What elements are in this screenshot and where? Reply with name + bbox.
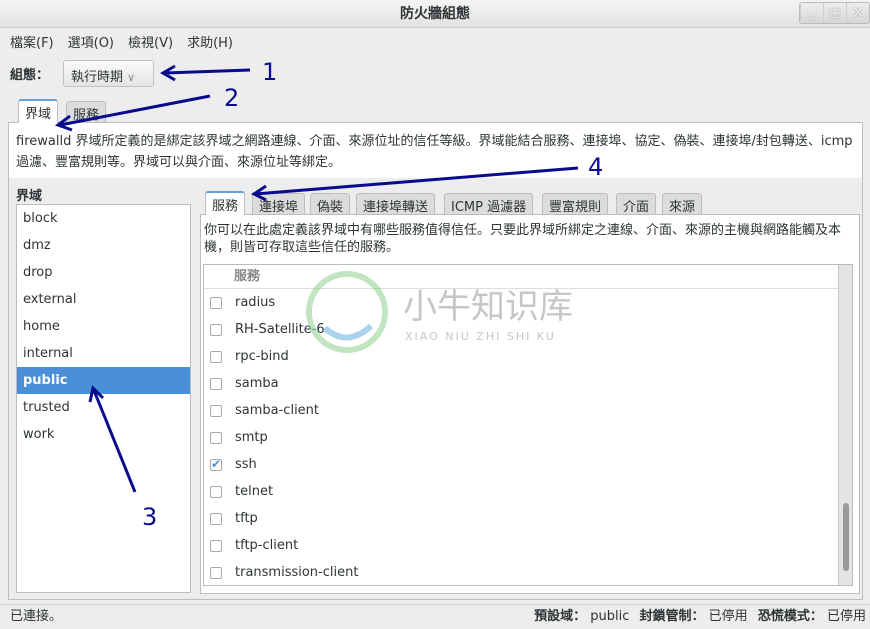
service-checkbox[interactable] — [210, 566, 222, 579]
scrollbar[interactable] — [838, 265, 852, 585]
tab-zones[interactable]: 界域 — [18, 99, 59, 123]
connection-status: 已連接。 — [10, 609, 63, 624]
table-row[interactable]: RH-Satellite-6 — [204, 316, 852, 343]
service-name: rpc-bind — [235, 349, 289, 364]
maximize-button[interactable]: □ — [823, 3, 846, 23]
close-button[interactable]: X — [846, 3, 869, 23]
chevron-down-icon: ∨ — [127, 71, 136, 84]
tab-label: 服務 — [212, 199, 239, 214]
service-checkbox[interactable] — [210, 451, 222, 478]
table-row[interactable]: ssh — [204, 451, 852, 478]
config-value: 執行時期 — [71, 70, 124, 85]
table-row[interactable]: transmission-client — [204, 559, 852, 585]
lockdown-value: 已停用 — [708, 609, 748, 624]
service-name: samba — [235, 376, 279, 391]
service-name: tftp-client — [235, 538, 299, 553]
title-bar: 防火牆組態 — [0, 0, 870, 28]
inner-tab-3[interactable]: 連接埠轉送 — [356, 193, 436, 215]
table-row[interactable]: samba-client — [204, 397, 852, 424]
service-name: transmission-client — [235, 565, 359, 580]
menu-bar: 檔案(F) 選項(O) 檢視(V) 求助(H) — [10, 32, 233, 51]
zone-item-work[interactable]: work — [17, 421, 190, 448]
menu-file[interactable]: 檔案(F) — [10, 32, 54, 51]
inner-tab-6[interactable]: 介面 — [616, 193, 657, 215]
service-checkbox[interactable] — [210, 404, 222, 417]
zone-item-block[interactable]: block — [17, 205, 190, 232]
table-row[interactable]: tftp — [204, 505, 852, 532]
menu-view[interactable]: 檢視(V) — [128, 32, 173, 51]
zone-item-home[interactable]: home — [17, 313, 190, 340]
service-checkbox[interactable] — [210, 512, 222, 525]
service-name: RH-Satellite-6 — [235, 322, 325, 337]
table-row[interactable]: smtp — [204, 424, 852, 451]
service-name: samba-client — [235, 403, 320, 418]
default-zone-value: public — [590, 609, 630, 624]
panic-label: 恐慌模式： — [757, 609, 823, 624]
zone-item-drop[interactable]: drop — [17, 259, 190, 286]
inner-tab-services[interactable]: 服務 — [205, 191, 246, 215]
default-zone-label: 預設域： — [534, 609, 587, 624]
table-row[interactable]: rpc-bind — [204, 343, 852, 370]
menu-options[interactable]: 選項(O) — [68, 32, 114, 51]
service-name: radius — [235, 295, 276, 310]
zone-item-external[interactable]: external — [17, 286, 190, 313]
annotation-number: 1 — [262, 58, 277, 86]
inner-tab-7[interactable]: 來源 — [662, 193, 703, 215]
inner-tab-2[interactable]: 偽裝 — [310, 193, 351, 215]
service-name: telnet — [235, 484, 274, 499]
service-checkbox[interactable] — [210, 296, 222, 309]
annotation-number: 2 — [224, 84, 239, 112]
zone-item-dmz[interactable]: dmz — [17, 232, 190, 259]
zones-description: firewalld 界域所定義的是綁定該界域之網路連線、介面、來源位址的信任等級… — [16, 131, 856, 173]
menu-help[interactable]: 求助(H) — [187, 32, 233, 51]
service-checkbox[interactable] — [210, 431, 222, 444]
lockdown-label: 封鎖管制： — [639, 609, 705, 624]
inner-tab-5[interactable]: 豐富規則 — [542, 193, 609, 215]
zone-item-internal[interactable]: internal — [17, 340, 190, 367]
zone-item-trusted[interactable]: trusted — [17, 394, 190, 421]
tab-services[interactable]: 服務 — [66, 101, 107, 123]
annotation-arrow-1 — [160, 64, 251, 82]
config-select[interactable]: 執行時期 ∨ — [63, 60, 154, 87]
status-bar: 已連接。 預設域： public 封鎖管制： 已停用 恐慌模式： 已停用 — [0, 604, 870, 628]
tab-label: 服務 — [73, 108, 100, 123]
service-name: ssh — [235, 457, 257, 472]
service-name: smtp — [235, 430, 268, 445]
zones-title: 界域 — [16, 189, 43, 204]
service-checkbox[interactable] — [210, 377, 222, 390]
tab-label: 界域 — [25, 107, 52, 122]
service-checkbox[interactable] — [210, 323, 222, 336]
minimize-button[interactable]: _ — [800, 3, 823, 23]
config-label: 組態： — [10, 68, 50, 83]
service-name: tftp — [235, 511, 258, 526]
status-right: 預設域： public 封鎖管制： 已停用 恐慌模式： 已停用 — [528, 605, 866, 629]
service-checkbox[interactable] — [210, 350, 222, 363]
scrollbar-thumb[interactable] — [843, 503, 849, 571]
window-controls: _ □ X — [799, 2, 870, 24]
zone-list: block dmz drop external home internal public tr… — [16, 204, 191, 593]
table-row[interactable]: tftp-client — [204, 532, 852, 559]
inner-tab-4[interactable]: ICMP 過濾器 — [444, 193, 534, 215]
service-checkbox[interactable] — [210, 539, 222, 552]
services-table: 服務 radius RH-Satellite-6 rpc-bind samba samb… — [203, 264, 853, 586]
column-header-service[interactable]: 服務 — [204, 265, 838, 289]
services-description: 你可以在此處定義該界域中有哪些服務值得信任。只要此界域所綁定之連線、介面、來源的… — [204, 223, 842, 255]
table-row[interactable]: radius — [204, 289, 852, 316]
zone-item-public[interactable]: public — [17, 367, 190, 394]
table-row[interactable]: samba — [204, 370, 852, 397]
panic-value: 已停用 — [826, 609, 866, 624]
inner-tab-1[interactable]: 連接埠 — [252, 193, 306, 215]
service-checkbox[interactable] — [210, 485, 222, 498]
table-row[interactable]: telnet — [204, 478, 852, 505]
window-title: 防火牆組態 — [400, 6, 470, 22]
